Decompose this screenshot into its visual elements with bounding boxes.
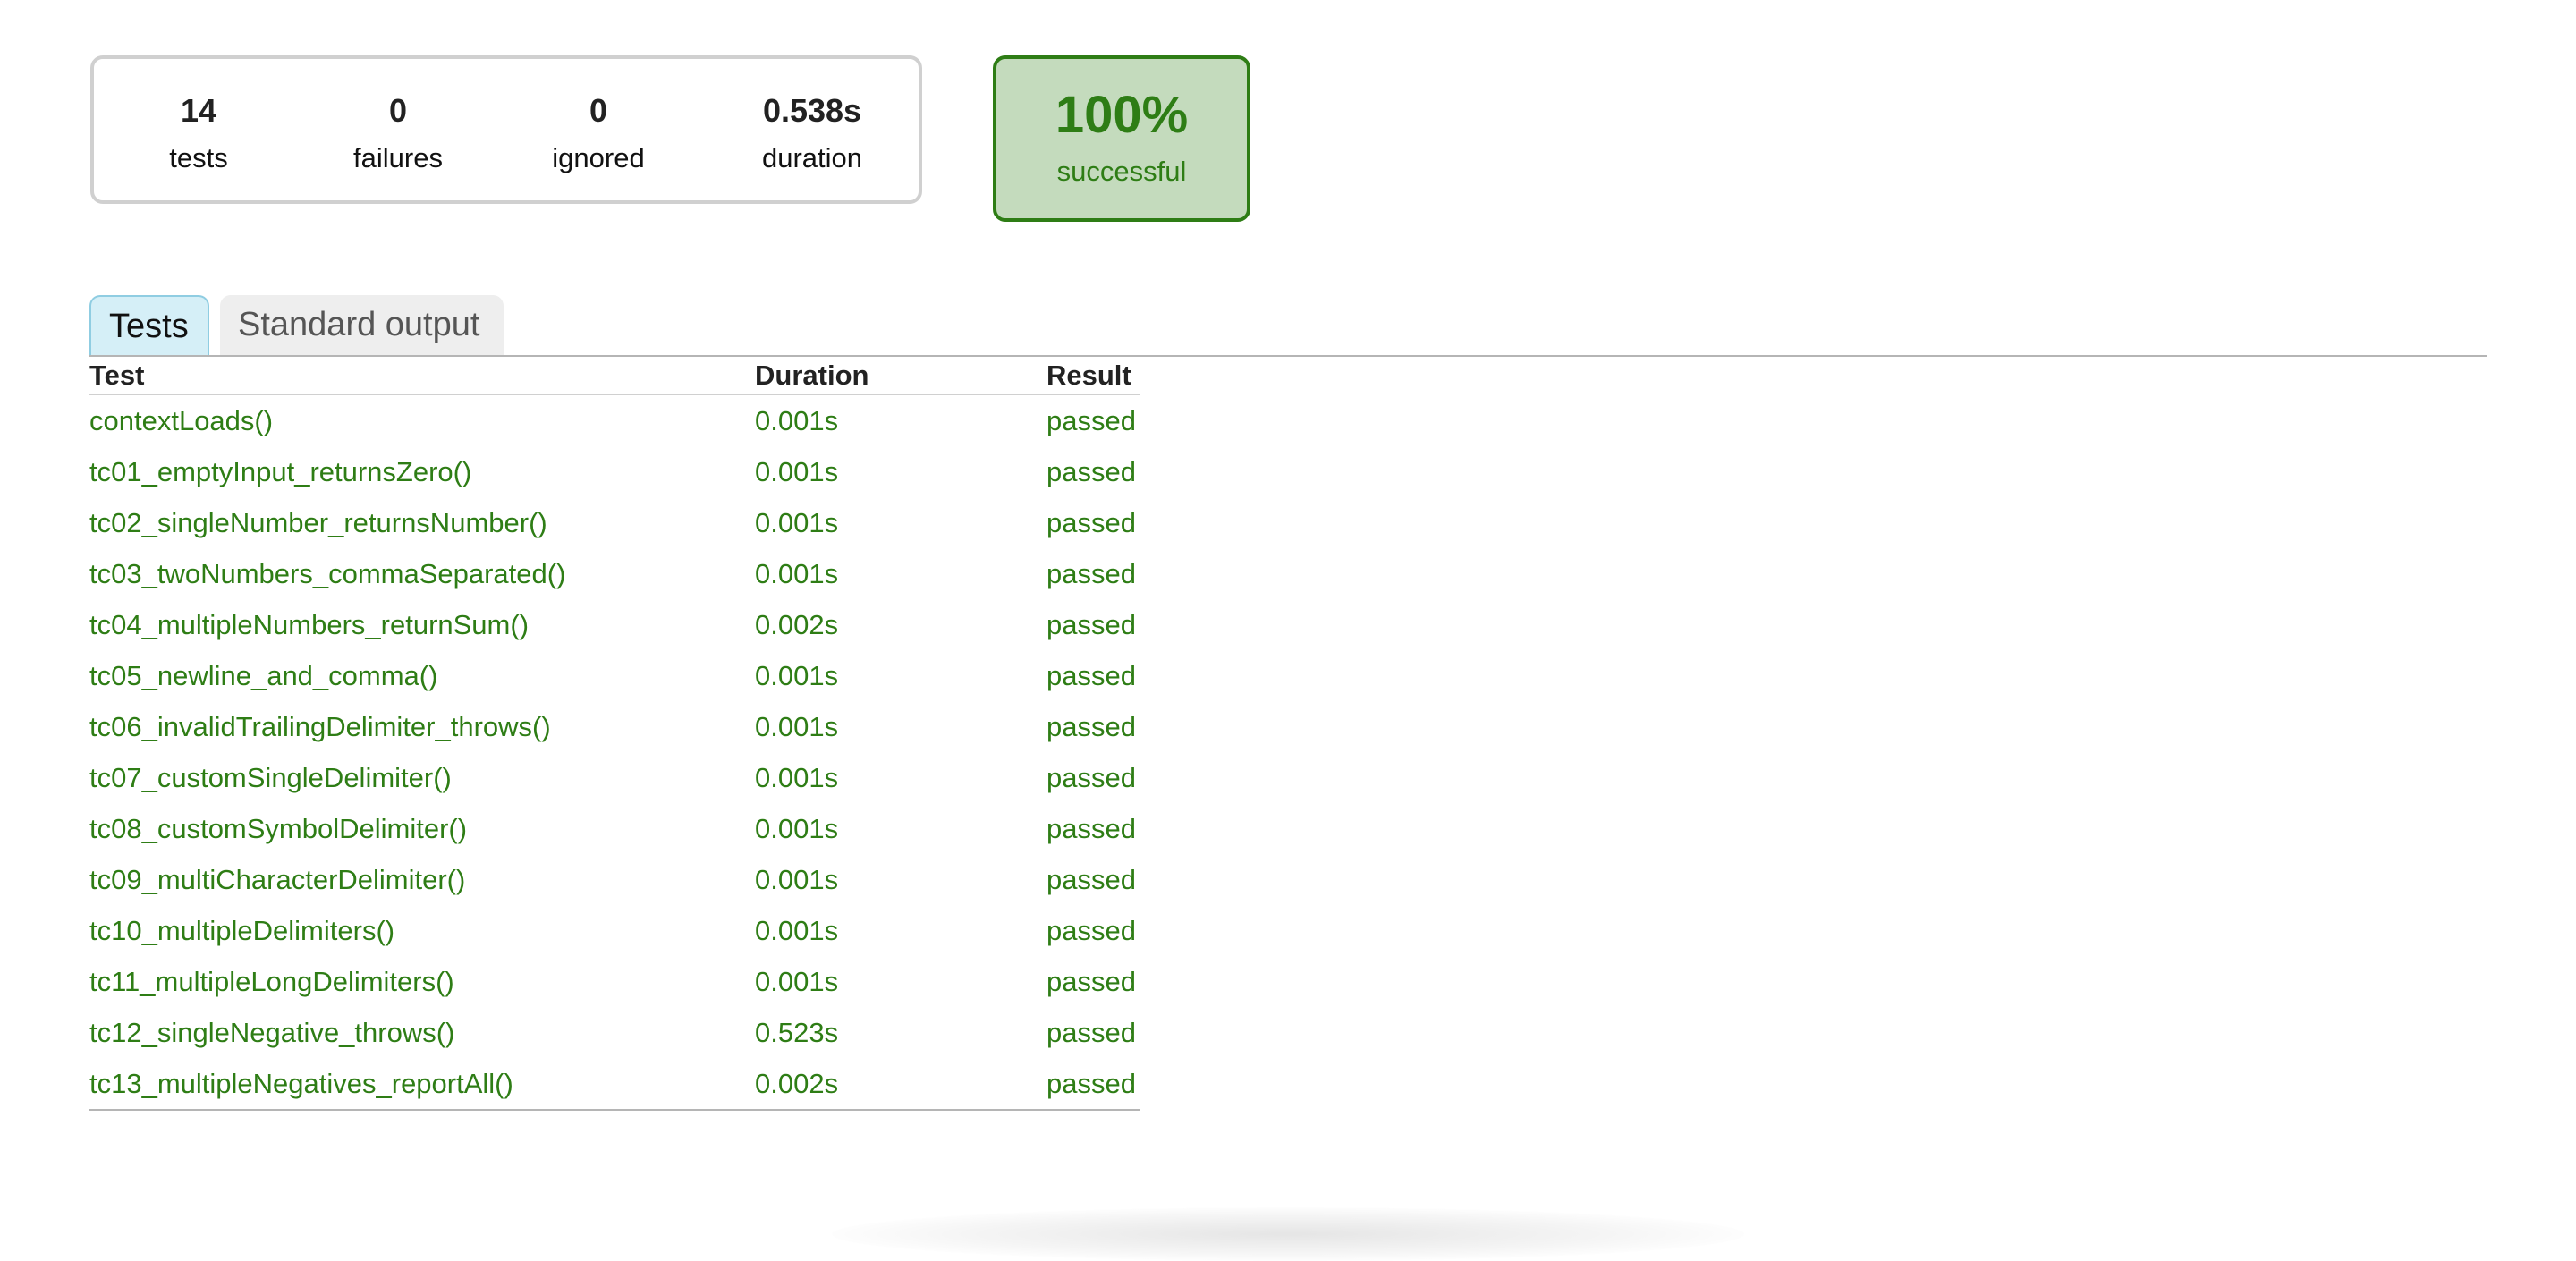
window-shadow [832, 1207, 1744, 1261]
test-duration: 0.001s [755, 711, 839, 742]
tab-standard-output[interactable]: Standard output [220, 295, 504, 356]
test-result: passed [1046, 507, 1136, 538]
test-name[interactable]: tc04_multipleNumbers_returnSum() [89, 599, 755, 650]
test-result: passed [1046, 405, 1136, 436]
test-result: passed [1046, 711, 1136, 742]
table-row: tc07_customSingleDelimiter() 0.001s pass… [89, 752, 1140, 803]
table-row: tc11_multipleLongDelimiters() 0.001s pas… [89, 956, 1140, 1007]
counter-tests: 14 tests [109, 91, 288, 176]
test-name[interactable]: tc03_twoNumbers_commaSeparated() [89, 548, 755, 599]
test-duration: 0.001s [755, 762, 839, 793]
tests-count: 14 [180, 92, 217, 129]
test-duration: 0.523s [755, 1017, 839, 1048]
column-header-duration[interactable]: Duration [755, 358, 1046, 395]
table-row: tc08_customSymbolDelimiter() 0.001s pass… [89, 803, 1140, 854]
test-duration: 0.001s [755, 507, 839, 538]
test-result: passed [1046, 456, 1136, 487]
tab-divider [89, 355, 2487, 357]
test-name[interactable]: tc02_singleNumber_returnsNumber() [89, 497, 755, 548]
test-name[interactable]: tc13_multipleNegatives_reportAll() [89, 1058, 755, 1111]
summary-box: 14 tests 0 failures 0 ignored 0.538s dur… [90, 55, 922, 204]
test-duration: 0.001s [755, 660, 839, 691]
test-name[interactable]: contextLoads() [89, 394, 755, 446]
test-duration: 0.001s [755, 915, 839, 946]
table-header-row: Test Duration Result [89, 358, 1140, 395]
table-row: tc01_emptyInput_returnsZero() 0.001s pas… [89, 446, 1140, 497]
test-name[interactable]: tc01_emptyInput_returnsZero() [89, 446, 755, 497]
test-name[interactable]: tc09_multiCharacterDelimiter() [89, 854, 755, 905]
test-duration: 0.001s [755, 813, 839, 844]
test-result: passed [1046, 966, 1136, 997]
test-duration: 0.001s [755, 456, 839, 487]
success-rate-box: 100% successful [993, 55, 1250, 222]
table-row: tc10_multipleDelimiters() 0.001s passed [89, 905, 1140, 956]
test-result: passed [1046, 762, 1136, 793]
test-name[interactable]: tc06_invalidTrailingDelimiter_throws() [89, 701, 755, 752]
counter-duration: 0.538s duration [723, 91, 902, 176]
table-row: tc06_invalidTrailingDelimiter_throws() 0… [89, 701, 1140, 752]
table-row: tc12_singleNegative_throws() 0.523s pass… [89, 1007, 1140, 1058]
test-duration: 0.002s [755, 609, 839, 640]
table-row: tc02_singleNumber_returnsNumber() 0.001s… [89, 497, 1140, 548]
ignored-label: ignored [552, 142, 645, 173]
test-result: passed [1046, 660, 1136, 691]
table-row: tc09_multiCharacterDelimiter() 0.001s pa… [89, 854, 1140, 905]
test-result: passed [1046, 864, 1136, 895]
test-duration: 0.001s [755, 966, 839, 997]
failures-label: failures [353, 142, 443, 173]
counter-failures: 0 failures [309, 91, 487, 176]
duration-label: duration [761, 142, 863, 173]
duration-value: 0.538s [762, 92, 862, 129]
test-duration: 0.002s [755, 1058, 1046, 1111]
test-name[interactable]: tc10_multipleDelimiters() [89, 905, 755, 956]
ignored-count: 0 [589, 92, 608, 129]
test-duration: 0.001s [755, 405, 839, 436]
test-name[interactable]: tc05_newline_and_comma() [89, 650, 755, 701]
table-row: tc04_multipleNumbers_returnSum() 0.002s … [89, 599, 1140, 650]
tab-tests[interactable]: Tests [89, 295, 209, 356]
table-row: tc05_newline_and_comma() 0.001s passed [89, 650, 1140, 701]
test-result: passed [1046, 558, 1136, 589]
test-name[interactable]: tc11_multipleLongDelimiters() [89, 956, 755, 1007]
test-result: passed [1046, 609, 1136, 640]
test-result: passed [1046, 1058, 1140, 1111]
column-header-result[interactable]: Result [1046, 358, 1140, 395]
test-name[interactable]: tc12_singleNegative_throws() [89, 1007, 755, 1058]
test-result: passed [1046, 813, 1136, 844]
success-label: successful [1056, 156, 1187, 187]
test-duration: 0.001s [755, 864, 839, 895]
column-header-test[interactable]: Test [89, 358, 755, 395]
test-result: passed [1046, 915, 1136, 946]
table-row: tc03_twoNumbers_commaSeparated() 0.001s … [89, 548, 1140, 599]
counter-ignored: 0 ignored [509, 91, 688, 176]
test-result: passed [1046, 1017, 1136, 1048]
test-name[interactable]: tc07_customSingleDelimiter() [89, 752, 755, 803]
table-row: contextLoads() 0.001s passed [89, 394, 1140, 446]
success-percent: 100% [1055, 86, 1189, 144]
test-duration: 0.001s [755, 558, 839, 589]
tests-label: tests [169, 142, 228, 173]
table-row: tc13_multipleNegatives_reportAll() 0.002… [89, 1058, 1140, 1111]
test-results-table: Test Duration Result contextLoads() 0.00… [89, 358, 1140, 1111]
test-name[interactable]: tc08_customSymbolDelimiter() [89, 803, 755, 854]
failures-count: 0 [388, 92, 408, 129]
